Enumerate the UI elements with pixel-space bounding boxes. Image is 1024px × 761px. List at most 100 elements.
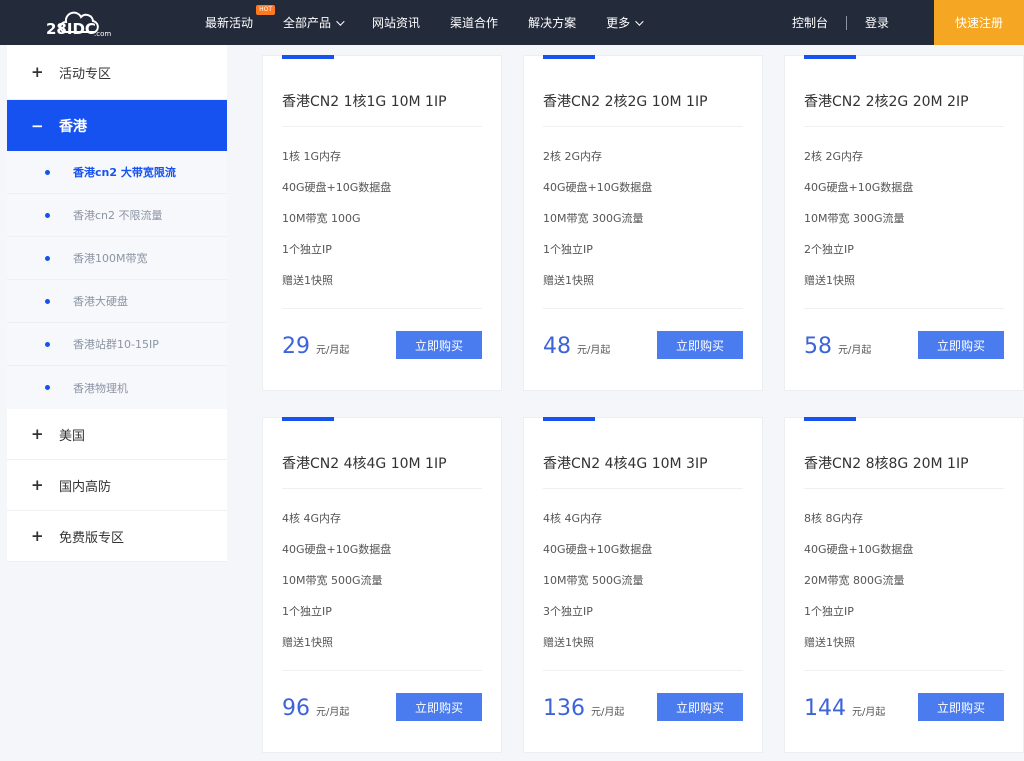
console-link[interactable]: 控制台 [792,14,828,31]
buy-now-button[interactable]: 立即购买 [918,693,1004,721]
product-feature: 40G硬盘+10G数据盘 [804,181,914,194]
chevron-down-icon [336,16,345,26]
product-title: 香港CN2 8核8G 20M 1IP [804,456,969,472]
product-title: 香港CN2 1核1G 10M 1IP [282,94,447,110]
price-block: 29 元/月起 [282,334,349,359]
price-value: 29 [282,334,310,359]
nav-item-news[interactable]: 网站资讯 [372,14,420,31]
sidebar-group-label: 活动专区 [59,66,112,82]
buy-now-button[interactable]: 立即购买 [657,693,743,721]
sidebar-item-label: 香港cn2 大带宽限流 [73,166,176,179]
divider [282,126,482,127]
divider [804,670,1004,671]
product-feature: 1个独立IP [282,243,332,256]
price-unit: 元/月起 [316,345,350,356]
product-feature: 10M带宽 100G [282,212,361,225]
sidebar-item-label: 香港100M带宽 [73,252,148,265]
divider [282,670,482,671]
nav-item-label: 网站资讯 [372,16,421,30]
sidebar-group-hongkong[interactable]: − 香港 [7,100,227,151]
product-feature: 赠送1快照 [804,636,855,649]
divider [804,308,1004,309]
logo-subtext: .com [94,30,111,38]
minus-icon: − [31,116,44,135]
product-feature: 4核 4G内存 [543,512,603,525]
sidebar-group-label: 免费版专区 [59,530,125,546]
logo[interactable]: 28IDC .com [44,8,118,40]
product-feature: 40G硬盘+10G数据盘 [282,543,392,556]
price-unit: 元/月起 [838,345,872,356]
buy-now-button[interactable]: 立即购买 [918,331,1004,359]
product-feature: 40G硬盘+10G数据盘 [543,543,653,556]
sidebar-item-hk-multi-ip[interactable]: 香港站群10-15IP [7,323,227,366]
product-feature: 1个独立IP [282,605,332,618]
nav-item-label: 全部产品 [283,16,332,30]
sidebar-group-ddos[interactable]: + 国内高防 [7,460,227,511]
card-accent-tab [282,417,334,421]
buy-now-button[interactable]: 立即购买 [657,331,743,359]
nav-item-latest[interactable]: 最新活动 HOT [205,5,276,31]
product-card: 香港CN2 2核2G 10M 1IP 2核 2G内存 40G硬盘+10G数据盘 10M… [523,55,763,391]
sidebar-item-hk-big-disk[interactable]: 香港大硬盘 [7,280,227,323]
product-feature: 1个独立IP [804,605,854,618]
nav-item-channel[interactable]: 渠道合作 [450,14,498,31]
product-feature: 3个独立IP [543,605,593,618]
sidebar-item-label: 香港物理机 [73,381,128,395]
price-unit: 元/月起 [316,707,350,718]
bullet-icon [45,385,50,390]
nav-item-label: 渠道合作 [450,16,499,30]
plus-icon: + [31,425,44,443]
sidebar-item-hk-cn2-unlimited[interactable]: 香港cn2 不限流量 [7,194,227,237]
price-unit: 元/月起 [591,707,625,718]
price-value: 144 [804,696,846,721]
price-unit: 元/月起 [577,345,611,356]
sidebar-item-label: 香港cn2 不限流量 [73,209,163,222]
nav-item-label: 最新活动 [205,16,254,30]
product-feature: 赠送1快照 [543,636,594,649]
sidebar-item-label: 香港大硬盘 [73,295,128,308]
card-accent-tab [543,55,595,59]
product-card: 香港CN2 4核4G 10M 3IP 4核 4G内存 40G硬盘+10G数据盘 10M… [523,417,763,753]
login-link[interactable]: 登录 [865,14,889,31]
divider [282,488,482,489]
product-feature: 40G硬盘+10G数据盘 [543,181,653,194]
sidebar-group-usa[interactable]: + 美国 [7,409,227,460]
product-feature: 2个独立IP [804,243,854,256]
product-feature: 10M带宽 300G流量 [543,212,644,225]
buy-now-button[interactable]: 立即购买 [396,331,482,359]
sidebar-group-free[interactable]: + 免费版专区 [7,511,227,562]
sidebar-group-label: 香港 [59,118,87,135]
price-block: 144 元/月起 [804,696,885,721]
price-value: 58 [804,334,832,359]
sidebar-item-hk-dedicated[interactable]: 香港物理机 [7,366,227,409]
nav-item-products[interactable]: 全部产品 [283,14,345,31]
price-block: 136 元/月起 [543,696,624,721]
nav-item-solutions[interactable]: 解决方案 [528,14,576,31]
category-sidebar: + 活动专区 − 香港 香港cn2 大带宽限流 香港cn2 不限流量 香港100… [7,45,227,562]
product-card: 香港CN2 4核4G 10M 1IP 4核 4G内存 40G硬盘+10G数据盘 10M… [262,417,502,753]
product-feature: 1核 1G内存 [282,150,342,163]
product-card: 香港CN2 2核2G 20M 2IP 2核 2G内存 40G硬盘+10G数据盘 10M… [784,55,1024,391]
register-button[interactable]: 快速注册 [934,0,1024,45]
product-card: 香港CN2 8核8G 20M 1IP 8核 8G内存 40G硬盘+10G数据盘 20M… [784,417,1024,753]
chevron-down-icon [635,16,644,26]
bullet-icon [45,298,50,304]
divider [804,488,1004,489]
buy-now-button[interactable]: 立即购买 [396,693,482,721]
divider [804,126,1004,127]
product-feature: 10M带宽 500G流量 [282,574,383,587]
price-value: 48 [543,334,571,359]
nav-divider [846,15,848,30]
nav-item-more[interactable]: 更多 [606,14,644,31]
product-feature: 10M带宽 500G流量 [543,574,644,587]
bullet-icon [45,169,50,175]
product-feature: 8核 8G内存 [804,512,864,525]
product-feature: 20M带宽 800G流量 [804,574,905,587]
product-feature: 1个独立IP [543,243,593,256]
product-feature: 赠送1快照 [543,274,594,287]
divider [543,488,743,489]
sidebar-group-promotions[interactable]: + 活动专区 [7,45,227,100]
sidebar-item-hk-100m[interactable]: 香港100M带宽 [7,237,227,280]
sidebar-item-hk-cn2-big-bandwidth[interactable]: 香港cn2 大带宽限流 [7,151,227,194]
product-feature: 赠送1快照 [804,274,855,287]
